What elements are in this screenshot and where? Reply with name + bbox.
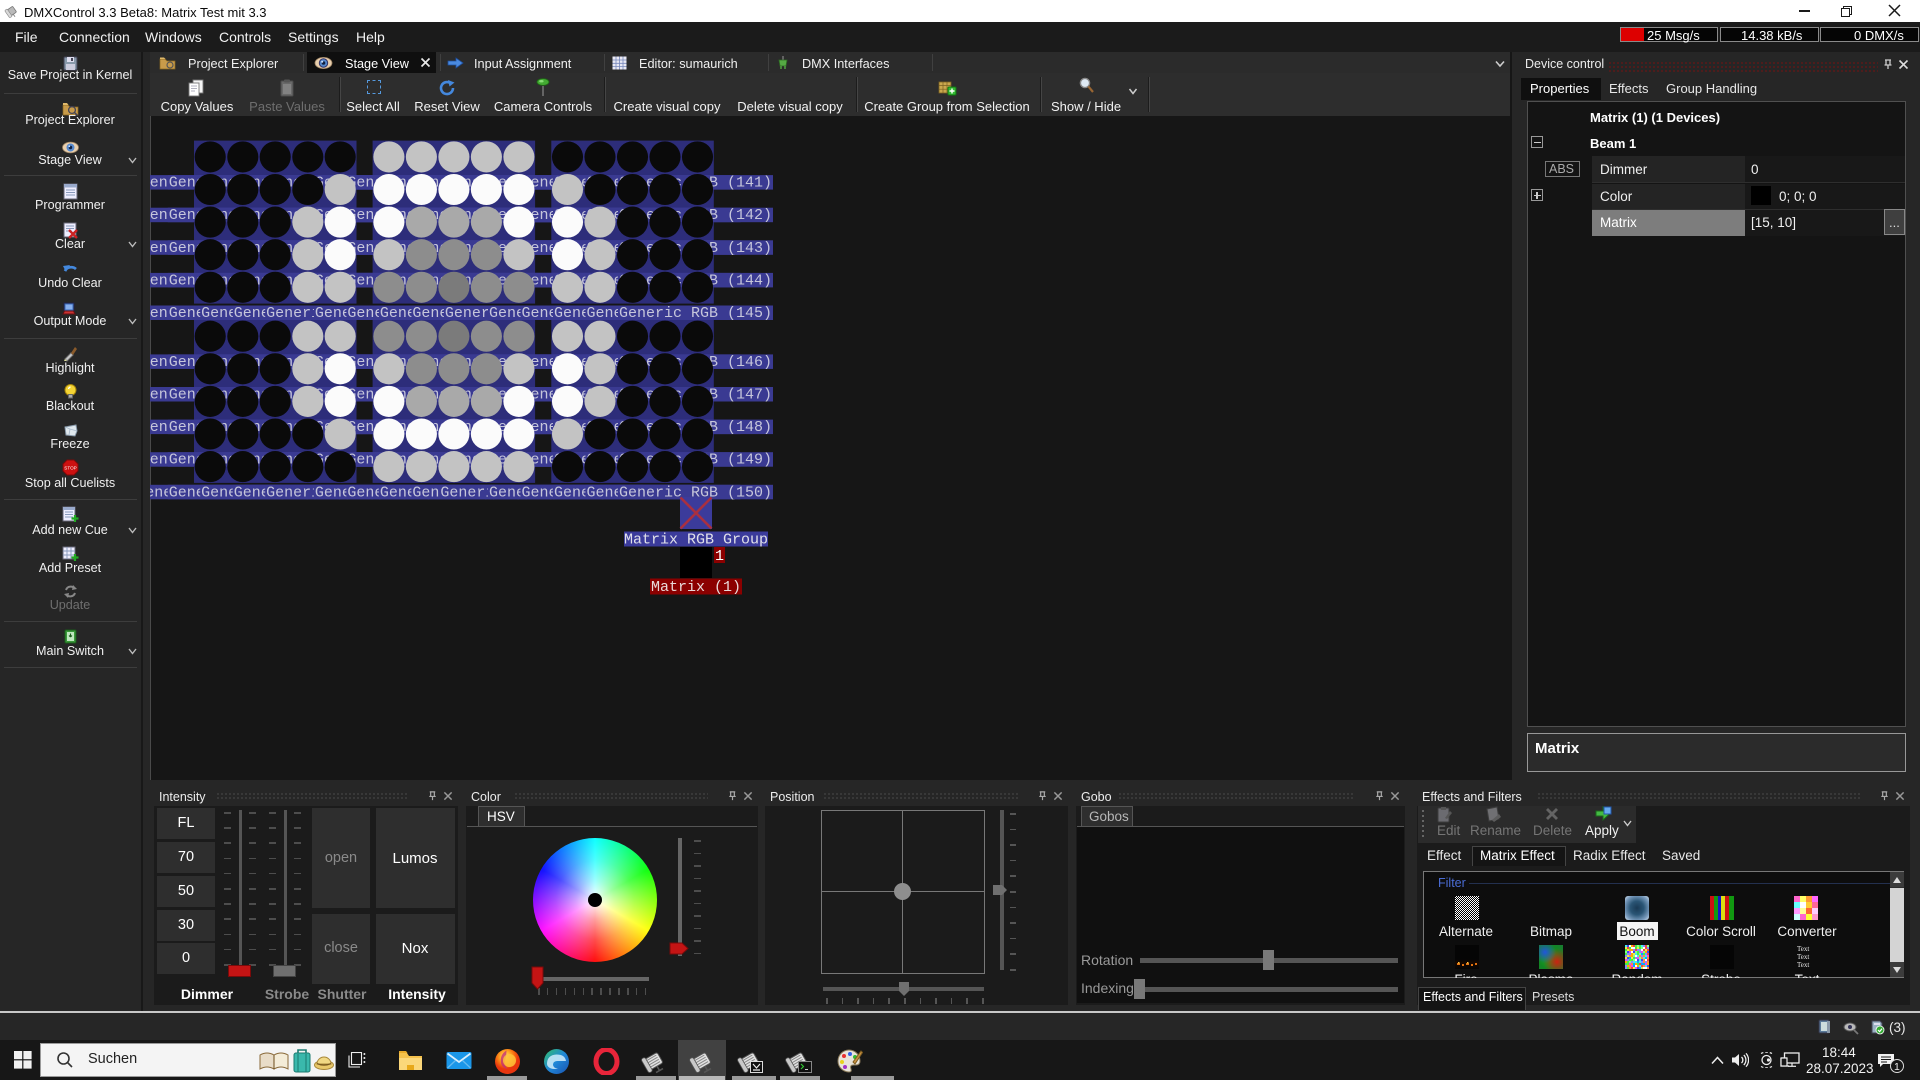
svg-text:Text: Text xyxy=(1797,953,1809,961)
svg-text:STOP: STOP xyxy=(64,466,76,471)
svg-text:Text: Text xyxy=(1797,961,1809,969)
svg-text:Generic RGB (145): Generic RGB (145) xyxy=(619,305,772,322)
svg-text:Text: Text xyxy=(1797,945,1809,953)
svg-text:1: 1 xyxy=(715,548,724,565)
svg-text:Matrix (1): Matrix (1) xyxy=(651,579,741,596)
svg-text:Matrix RGB Group: Matrix RGB Group xyxy=(624,532,768,549)
